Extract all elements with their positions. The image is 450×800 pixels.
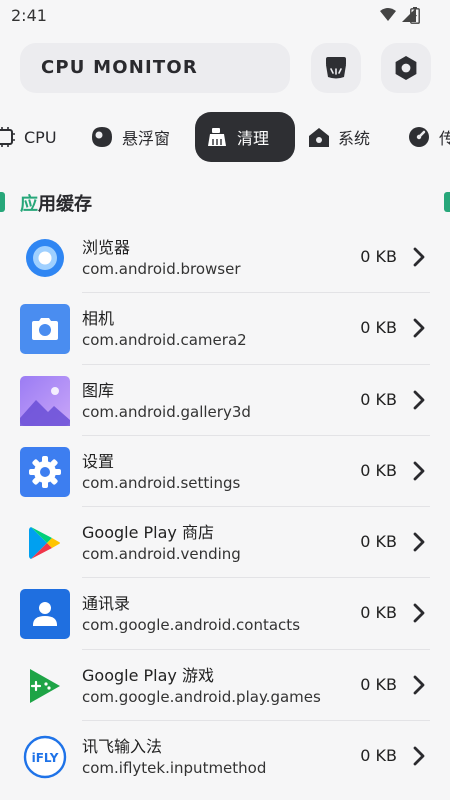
settings-button[interactable] [381, 43, 431, 93]
section-title-rest: 用缓存 [38, 194, 92, 215]
app-package: com.android.camera2 [82, 331, 247, 350]
tab-system[interactable]: 系统 [308, 112, 370, 162]
status-time: 2:41 [11, 6, 47, 25]
contacts-icon [20, 589, 70, 640]
app-name: 通讯录 [82, 594, 131, 614]
list-item[interactable]: Google Play 游戏 com.google.android.play.g… [0, 650, 450, 722]
floating-window-icon [92, 127, 112, 147]
tab-floating-window[interactable]: 悬浮窗 [90, 112, 170, 162]
cache-size: 0 KB [360, 674, 397, 694]
chevron-right-icon [413, 318, 425, 338]
hex-settings-icon [395, 56, 417, 80]
chip-icon [0, 127, 15, 147]
app-name: 浏览器 [82, 238, 131, 257]
list-item[interactable]: 设置 com.android.settings 0 KB [0, 436, 450, 508]
broom-clean-icon [326, 57, 346, 79]
chevron-right-icon [413, 675, 425, 695]
cache-size: 0 KB [360, 603, 397, 623]
app-name: Google Play 商店 [82, 523, 214, 543]
section-app-cache: 应用缓存 [0, 188, 450, 216]
sensor-icon [409, 127, 429, 147]
list-item[interactable]: Google Play 商店 com.android.vending 0 KB [0, 507, 450, 579]
list-item[interactable]: 相机 com.android.camera2 0 KB [0, 293, 450, 365]
section-title-accent: 应 [20, 194, 38, 215]
app-package: com.iflytek.inputmethod [82, 759, 267, 778]
app-title-bar: CPU MONITOR [20, 43, 290, 93]
app-package: com.android.settings [82, 473, 241, 492]
tab-clean-label: 清理 [237, 129, 270, 148]
cache-size: 0 KB [360, 318, 397, 338]
app-name: 设置 [82, 451, 115, 471]
section-marker-left [0, 192, 5, 212]
camera-icon [20, 304, 70, 355]
play-store-icon [20, 518, 70, 568]
app-cache-list: 浏览器 com.android.browser 0 KB 相机 com.andr… [0, 222, 450, 792]
app-title: CPU MONITOR [41, 57, 198, 78]
cache-size: 0 KB [360, 247, 397, 266]
section-title: 应用缓存 [20, 190, 92, 216]
browser-icon [20, 233, 70, 283]
tab-cpu-label: CPU [24, 127, 57, 147]
cache-size: 0 KB [360, 460, 397, 480]
play-games-icon [20, 661, 70, 711]
app-package: com.google.android.contacts [82, 616, 301, 635]
app-package: com.android.browser [82, 260, 241, 278]
battery-icon [410, 7, 420, 24]
app-name: Google Play 游戏 [82, 665, 214, 685]
clean-button[interactable] [311, 43, 361, 93]
app-name: 讯飞输入法 [82, 737, 163, 757]
status-bar: 2:41 [0, 0, 450, 32]
home-icon [309, 128, 329, 147]
chevron-right-icon [413, 461, 425, 481]
wifi-icon [380, 8, 396, 21]
cache-size: 0 KB [360, 532, 397, 552]
chevron-right-icon [413, 604, 425, 623]
tab-cpu[interactable]: CPU [0, 112, 57, 162]
list-item[interactable]: 图库 com.android.gallery3d 0 KB [0, 365, 450, 436]
tab-sensor-label: 传 [439, 129, 450, 148]
gallery-icon [20, 375, 70, 426]
app-name: 相机 [82, 309, 115, 329]
chevron-right-icon [413, 390, 425, 409]
app-package: com.android.vending [82, 545, 241, 564]
list-item[interactable]: 浏览器 com.android.browser 0 KB [0, 222, 450, 294]
cache-size: 0 KB [360, 746, 397, 766]
ifly-icon-text: iFLY [32, 751, 59, 765]
chevron-right-icon [413, 532, 425, 552]
app-name: 图库 [82, 380, 115, 400]
chevron-right-icon [413, 746, 425, 766]
tab-system-label: 系统 [338, 129, 371, 148]
ifly-icon: iFLY [20, 732, 70, 782]
chevron-right-icon [413, 247, 425, 267]
cache-size: 0 KB [360, 389, 397, 409]
list-item[interactable]: iFLY 讯飞输入法 com.iflytek.inputmethod 0 KB [0, 721, 450, 792]
settings-icon [20, 446, 70, 497]
tab-bar: CPU 悬浮窗 清理 系统 传 [0, 112, 450, 162]
app-package: com.google.android.play.games [82, 687, 321, 706]
tab-sensor[interactable]: 传 [407, 112, 450, 162]
section-marker-right [444, 192, 450, 212]
broom-icon [208, 128, 226, 146]
tab-clean[interactable]: 清理 [195, 112, 295, 162]
app-package: com.android.gallery3d [82, 402, 251, 421]
tab-floating-window-label: 悬浮窗 [122, 129, 171, 148]
list-item[interactable]: 通讯录 com.google.android.contacts 0 KB [0, 578, 450, 650]
